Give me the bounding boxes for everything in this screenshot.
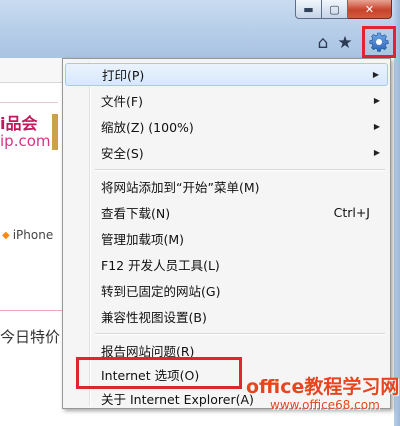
menu-item-safety[interactable]: 安全(S) ▶ [65, 141, 388, 164]
close-button[interactable]: ✕ [348, 0, 392, 19]
section-divider [0, 310, 62, 311]
menu-item-pinned-sites[interactable]: 转到已固定的网站(G) [65, 279, 388, 302]
menu-item-print[interactable]: 打印(P) ▶ [65, 63, 388, 86]
bullet-icon: ◆ [2, 229, 10, 241]
favorites-star-icon[interactable]: ★ [334, 32, 356, 54]
daily-special-heading: 今日特价 [0, 328, 61, 346]
window-frame [394, 0, 400, 426]
site-logo-text[interactable]: i品会 [0, 110, 38, 134]
submenu-arrow-icon: ▶ [372, 70, 379, 79]
watermark-url: www.office68.com [270, 398, 380, 412]
menu-item-f12-dev-tools[interactable]: F12 开发人员工具(L) [65, 253, 388, 276]
submenu-arrow-icon: ▶ [373, 148, 380, 157]
menu-separator [95, 333, 385, 335]
menu-item-zoom[interactable]: 缩放(Z) (100%) ▶ [65, 115, 388, 138]
watermark-title: office教程学习网 [246, 376, 400, 398]
gear-icon [369, 32, 389, 52]
logo-accent-bar [52, 114, 58, 150]
iphone-link-label: iPhone [12, 228, 54, 242]
menu-item-file[interactable]: 文件(F) ▶ [65, 89, 388, 112]
window-controls: ▬ ▢ ✕ [295, 0, 392, 20]
shortcut-label: Ctrl+J [333, 205, 370, 220]
site-logo-domain[interactable]: ip.com [0, 132, 51, 150]
menu-item-manage-addons[interactable]: 管理加载项(M) [65, 227, 388, 250]
tools-button[interactable] [362, 26, 396, 58]
tab-strip [0, 58, 66, 83]
menu-item-add-site-to-start[interactable]: 将网站添加到“开始”菜单(M) [65, 175, 388, 198]
submenu-arrow-icon: ▶ [373, 122, 380, 131]
iphone-link[interactable]: ◆ iPhone [2, 228, 53, 242]
menu-separator [95, 169, 385, 171]
menu-item-view-downloads[interactable]: 查看下载(N) Ctrl+J [65, 201, 388, 224]
menu-item-compat-view[interactable]: 兼容性视图设置(B) [65, 305, 388, 328]
internet-options-callout [76, 357, 242, 389]
home-icon[interactable]: ⌂ [312, 32, 334, 54]
minimize-button[interactable]: ▬ [295, 0, 322, 19]
command-icons: ⌂ ★ [312, 32, 356, 54]
submenu-arrow-icon: ▶ [373, 96, 380, 105]
maximize-button[interactable]: ▢ [322, 0, 348, 19]
